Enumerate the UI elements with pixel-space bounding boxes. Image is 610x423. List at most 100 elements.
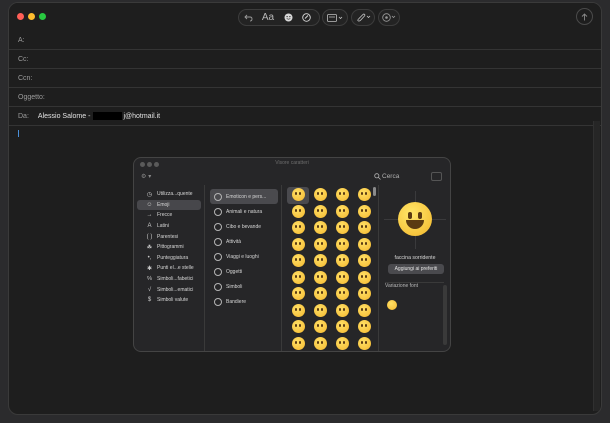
emoji-cell[interactable]: [331, 270, 353, 287]
font-format-button[interactable]: Aa: [257, 10, 279, 25]
category-item[interactable]: ( ) Parentesi: [137, 231, 201, 242]
category-item[interactable]: → Frecce: [137, 210, 201, 221]
subcategory-item[interactable]: Cibo e bevande: [210, 219, 278, 234]
emoji-cell[interactable]: [353, 253, 375, 270]
category-item[interactable]: ☘ Pittogrammi: [137, 242, 201, 253]
bcc-field[interactable]: Ccn:: [9, 69, 601, 88]
emoji-cell[interactable]: [287, 336, 309, 352]
emoji-cell[interactable]: [309, 187, 331, 204]
add-to-favorites-button[interactable]: Aggiungi ai preferiti: [388, 264, 444, 274]
grid-view-icon[interactable]: [431, 172, 442, 181]
emoji-icon: [335, 221, 349, 234]
subcategory-label: Cibo e bevande: [226, 223, 262, 230]
emoji-cell[interactable]: [331, 303, 353, 320]
cc-field[interactable]: Cc:: [9, 50, 601, 69]
paperclip-icon[interactable]: [352, 10, 374, 25]
emoji-scrollbar[interactable]: [373, 187, 376, 196]
emoji-icon: [357, 336, 371, 350]
emoji-cell[interactable]: [287, 319, 309, 336]
subcategory-item[interactable]: Attività: [210, 234, 278, 249]
minimize-window-button[interactable]: [28, 13, 35, 20]
emoji-cell[interactable]: [353, 336, 375, 352]
category-item[interactable]: A Latini: [137, 221, 201, 232]
undo-icon[interactable]: [239, 10, 257, 25]
emoji-cell[interactable]: [331, 286, 353, 303]
emoji-cell[interactable]: [309, 319, 331, 336]
emoji-cell[interactable]: [353, 286, 375, 303]
to-field[interactable]: A:: [9, 31, 601, 50]
detail-scrollbar[interactable]: [443, 285, 447, 345]
subject-field[interactable]: Oggetto:: [9, 88, 601, 107]
category-item[interactable]: ✱ Punti el...e stelle: [137, 263, 201, 274]
emoji-cell[interactable]: [309, 303, 331, 320]
body-scrollbar[interactable]: [593, 121, 600, 411]
viewer-search[interactable]: Cerca: [374, 173, 399, 180]
emoji-cell[interactable]: [287, 220, 309, 237]
emoji-cell[interactable]: [309, 204, 331, 221]
category-item[interactable]: √ Simboli...ematici: [137, 284, 201, 295]
category-item[interactable]: ☺ Emoji: [137, 199, 201, 211]
emoji-icon: [291, 204, 305, 218]
category-item[interactable]: •, Punteggiatura: [137, 253, 201, 264]
emoji-icon[interactable]: [279, 10, 297, 25]
emoji-cell[interactable]: [309, 237, 331, 254]
subcategory-label: Animali e natura: [226, 208, 263, 215]
emoji-cell[interactable]: [309, 220, 331, 237]
math-icon: √: [147, 286, 152, 293]
currency-icon: $: [147, 297, 152, 304]
subcategory-item[interactable]: Bandiere: [210, 294, 278, 309]
from-field[interactable]: Da: Alessio Salome - j@hotmail.it: [9, 107, 601, 126]
subcategory-item[interactable]: Simboli: [210, 279, 278, 294]
category-label: Punti el...e stelle: [157, 265, 194, 272]
subcategory-icon: [214, 297, 222, 306]
subcategory-item[interactable]: Viaggi e luoghi: [210, 249, 278, 264]
emoji-cell[interactable]: [331, 220, 353, 237]
emoji-cell[interactable]: [309, 253, 331, 270]
category-item[interactable]: ◷ Utilizza...quente: [137, 189, 201, 200]
zoom-window-button[interactable]: [39, 13, 46, 20]
emoji-icon: [291, 188, 305, 201]
subcategory-item[interactable]: Oggetti: [210, 264, 278, 279]
from-account-select[interactable]: Alessio Salome - j@hotmail.it: [38, 112, 160, 120]
emoji-cell[interactable]: [287, 286, 309, 303]
emoji-cell[interactable]: [353, 220, 375, 237]
action-menu-icon[interactable]: ⚙︎ ▾: [141, 173, 151, 180]
emoji-cell[interactable]: [353, 204, 375, 221]
emoji-cell[interactable]: [331, 237, 353, 254]
emoji-cell[interactable]: [309, 270, 331, 287]
category-item[interactable]: $ Simboli valute: [137, 295, 201, 306]
close-window-button[interactable]: [17, 13, 24, 20]
emoji-cell[interactable]: [287, 253, 309, 270]
emoji-icon: [335, 336, 349, 350]
emoji-cell[interactable]: [353, 237, 375, 254]
emoji-cell[interactable]: [287, 204, 309, 221]
emoji-cell[interactable]: [287, 187, 309, 204]
emoji-cell[interactable]: [309, 286, 331, 303]
emoji-cell[interactable]: [353, 187, 375, 204]
emoji-cell[interactable]: [287, 303, 309, 320]
emoji-cell[interactable]: [287, 237, 309, 254]
emoji-cell[interactable]: [331, 336, 353, 352]
emoji-cell[interactable]: [287, 270, 309, 287]
photo-browser-icon[interactable]: [379, 10, 399, 25]
big-emoji-preview: [398, 202, 432, 236]
subcategory-item[interactable]: Animali e natura: [210, 204, 278, 219]
format-toolbar-group: Aa: [238, 9, 320, 26]
emoji-cell[interactable]: [353, 303, 375, 320]
category-item[interactable]: ℅ Simboli...fabetici: [137, 274, 201, 285]
emoji-grid-panel: [283, 185, 379, 351]
emoji-cell[interactable]: [331, 253, 353, 270]
markup-icon[interactable]: [297, 10, 315, 25]
emoji-cell[interactable]: [309, 336, 331, 352]
emoji-cell[interactable]: [331, 319, 353, 336]
emoji-icon: [357, 303, 371, 317]
emoji-cell[interactable]: [331, 187, 353, 204]
send-button[interactable]: [576, 8, 593, 25]
emoji-icon: [357, 287, 371, 300]
font-variation-emoji[interactable]: [387, 300, 397, 310]
emoji-cell[interactable]: [353, 319, 375, 336]
subcategory-item[interactable]: Emoticon e pers...: [210, 189, 278, 204]
header-fields-icon[interactable]: [323, 10, 347, 25]
emoji-cell[interactable]: [331, 204, 353, 221]
emoji-cell[interactable]: [353, 270, 375, 287]
